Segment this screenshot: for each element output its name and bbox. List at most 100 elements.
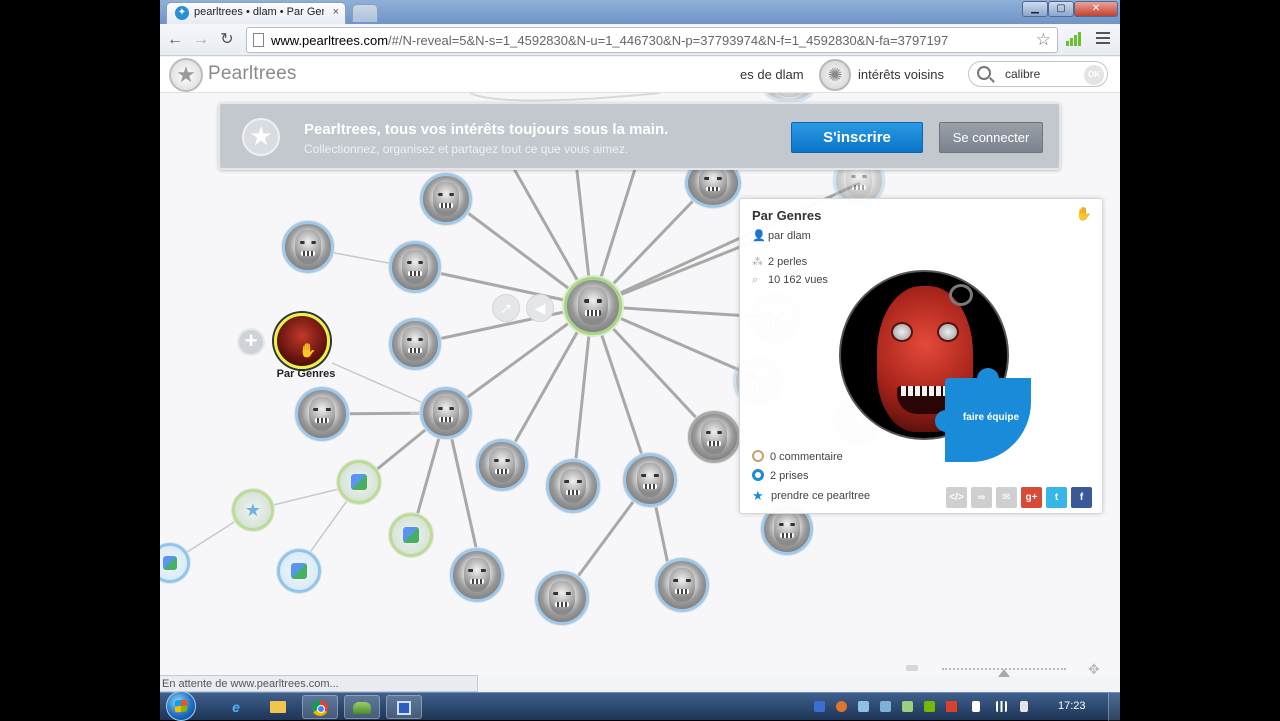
user-pearltrees-link[interactable]: es de dlam — [740, 67, 804, 82]
signup-button[interactable]: S'inscrire — [791, 122, 923, 153]
reload-button[interactable]: ↻ — [216, 29, 238, 51]
google-pearl[interactable] — [337, 460, 381, 504]
forward-button[interactable]: → — [190, 29, 212, 51]
star-pearl[interactable]: ★ — [232, 489, 274, 531]
page-content: ★ Pearltrees es de dlam ✺ intérêts voisi… — [160, 57, 1120, 677]
user-icon: 👤 — [752, 230, 766, 242]
firefox-tray-icon[interactable] — [836, 701, 847, 712]
extension-signal-icon[interactable] — [1066, 32, 1082, 46]
zoom-control: ✥ — [900, 661, 1110, 677]
window-close-button[interactable]: ✕ — [1074, 1, 1118, 17]
views-icon: ⌕ — [752, 274, 759, 286]
zoom-thumb[interactable] — [995, 669, 1013, 677]
add-pearl-button[interactable]: + — [237, 328, 265, 356]
internet-explorer-icon[interactable]: e — [218, 695, 254, 719]
url-text[interactable]: www.pearltrees.com/#/N-reveal=5&N-s=1_45… — [271, 33, 948, 48]
tab-title: pearltrees • dlam • Par Genres — [194, 6, 324, 18]
volume-icon[interactable] — [1020, 701, 1028, 712]
hand-icon[interactable]: ✋ — [1076, 206, 1092, 222]
twitter-icon[interactable]: t — [1046, 487, 1067, 508]
pearltrees-logo-icon[interactable]: ★ — [169, 58, 203, 92]
app-icon[interactable] — [344, 695, 380, 719]
mail-icon[interactable]: ✉ — [996, 487, 1017, 508]
team-up-puzzle-icon[interactable]: faire équipe — [935, 368, 1031, 462]
search-ok-button[interactable]: OK — [1084, 65, 1104, 85]
selected-pearl[interactable]: ✋ — [274, 313, 330, 369]
bookmark-star-icon[interactable]: ☆ — [1036, 30, 1051, 50]
hand-cursor-icon: ✋ — [299, 342, 317, 358]
pearl[interactable] — [389, 241, 441, 293]
pearl[interactable] — [420, 173, 472, 225]
pearl[interactable] — [655, 558, 709, 612]
neighbor-interests-link[interactable]: intérêts voisins — [858, 67, 944, 82]
pearl[interactable] — [623, 453, 677, 507]
tray-icon[interactable] — [858, 701, 869, 712]
pearls-row: ⁂ 2 perles — [752, 255, 807, 268]
take-pearltree-row[interactable]: ★ prendre ce pearltree — [752, 488, 870, 504]
app-window-icon[interactable] — [386, 695, 422, 719]
link-icon[interactable]: ∞ — [971, 487, 992, 508]
tab-close-icon[interactable]: × — [333, 6, 339, 18]
facebook-icon[interactable]: f — [1071, 487, 1092, 508]
blue-star-icon: ★ — [752, 488, 764, 503]
chrome-icon[interactable] — [302, 695, 338, 719]
show-desktop-button[interactable] — [1108, 693, 1120, 721]
star-icon: ★ — [242, 118, 280, 156]
nvidia-tray-icon[interactable] — [924, 701, 935, 712]
tray-icon[interactable] — [814, 701, 825, 712]
address-bar[interactable]: www.pearltrees.com/#/N-reveal=5&N-s=1_45… — [246, 27, 1058, 53]
banner-title: Pearltrees, tous vos intérêts toujours s… — [304, 121, 669, 138]
clock[interactable]: 17:23 — [1058, 700, 1086, 712]
pearl[interactable] — [282, 221, 334, 273]
zoom-out-button[interactable] — [906, 665, 918, 671]
comments-text: 0 commentaire — [770, 451, 843, 463]
embed-icon[interactable]: </> — [946, 487, 967, 508]
take-pearltree-link[interactable]: prendre ce pearltree — [771, 490, 870, 502]
google-pearl[interactable] — [277, 549, 321, 593]
zoom-slider[interactable] — [942, 668, 1066, 677]
panel-title: Par Genres — [752, 208, 822, 223]
pearl[interactable] — [295, 387, 349, 441]
window-maximize-button[interactable]: ▢ — [1048, 1, 1074, 17]
pearl[interactable] — [476, 439, 528, 491]
takes-text: 2 prises — [770, 470, 809, 482]
new-tab-button[interactable] — [352, 4, 378, 22]
pearl[interactable] — [688, 411, 740, 463]
pearl[interactable] — [535, 571, 589, 625]
tray-icon[interactable] — [902, 701, 913, 712]
pearl[interactable] — [450, 548, 504, 602]
back-button[interactable]: ← — [164, 29, 186, 51]
comment-icon — [752, 450, 764, 462]
start-button[interactable] — [166, 691, 196, 721]
login-button[interactable]: Se connecter — [939, 122, 1043, 153]
views-row: ⌕ 10 162 vues — [752, 274, 828, 287]
back-ghost-icon[interactable]: ◀ — [526, 294, 554, 322]
tab-pearltrees[interactable]: ✦ pearltrees • dlam • Par Genres × — [166, 2, 346, 24]
edge — [469, 93, 661, 102]
pearl[interactable] — [546, 459, 600, 513]
tray-icon[interactable] — [946, 701, 957, 712]
pearl[interactable] — [420, 387, 472, 439]
comments-row[interactable]: 0 commentaire — [752, 450, 843, 463]
selected-pearl-label: Par Genres — [276, 368, 336, 380]
window-minimize-button[interactable]: ▁ — [1022, 1, 1048, 17]
logo-text[interactable]: Pearltrees — [208, 63, 297, 85]
author-text[interactable]: par dlam — [768, 230, 811, 242]
author-row: 👤 par dlam — [752, 229, 811, 242]
neighbors-icon[interactable]: ✺ — [819, 59, 851, 91]
center-pearl[interactable] — [564, 277, 622, 335]
share-ghost-icon[interactable]: ↗ — [492, 294, 520, 322]
pearl[interactable] — [389, 318, 441, 370]
browser-menu-icon[interactable] — [1096, 32, 1110, 46]
flag-icon[interactable] — [972, 701, 980, 712]
page-icon — [253, 33, 264, 47]
network-icon[interactable] — [996, 701, 1007, 712]
zoom-in-icon[interactable]: ✥ — [1088, 661, 1100, 677]
google-plus-icon[interactable]: g+ — [1021, 487, 1042, 508]
site-header: ★ Pearltrees es de dlam ✺ intérêts voisi… — [160, 57, 1120, 93]
search-input[interactable] — [1005, 67, 1075, 81]
takes-row[interactable]: 2 prises — [752, 469, 809, 482]
tray-icon[interactable] — [880, 701, 891, 712]
file-explorer-icon[interactable] — [260, 695, 296, 719]
google-pearl[interactable] — [389, 513, 433, 557]
